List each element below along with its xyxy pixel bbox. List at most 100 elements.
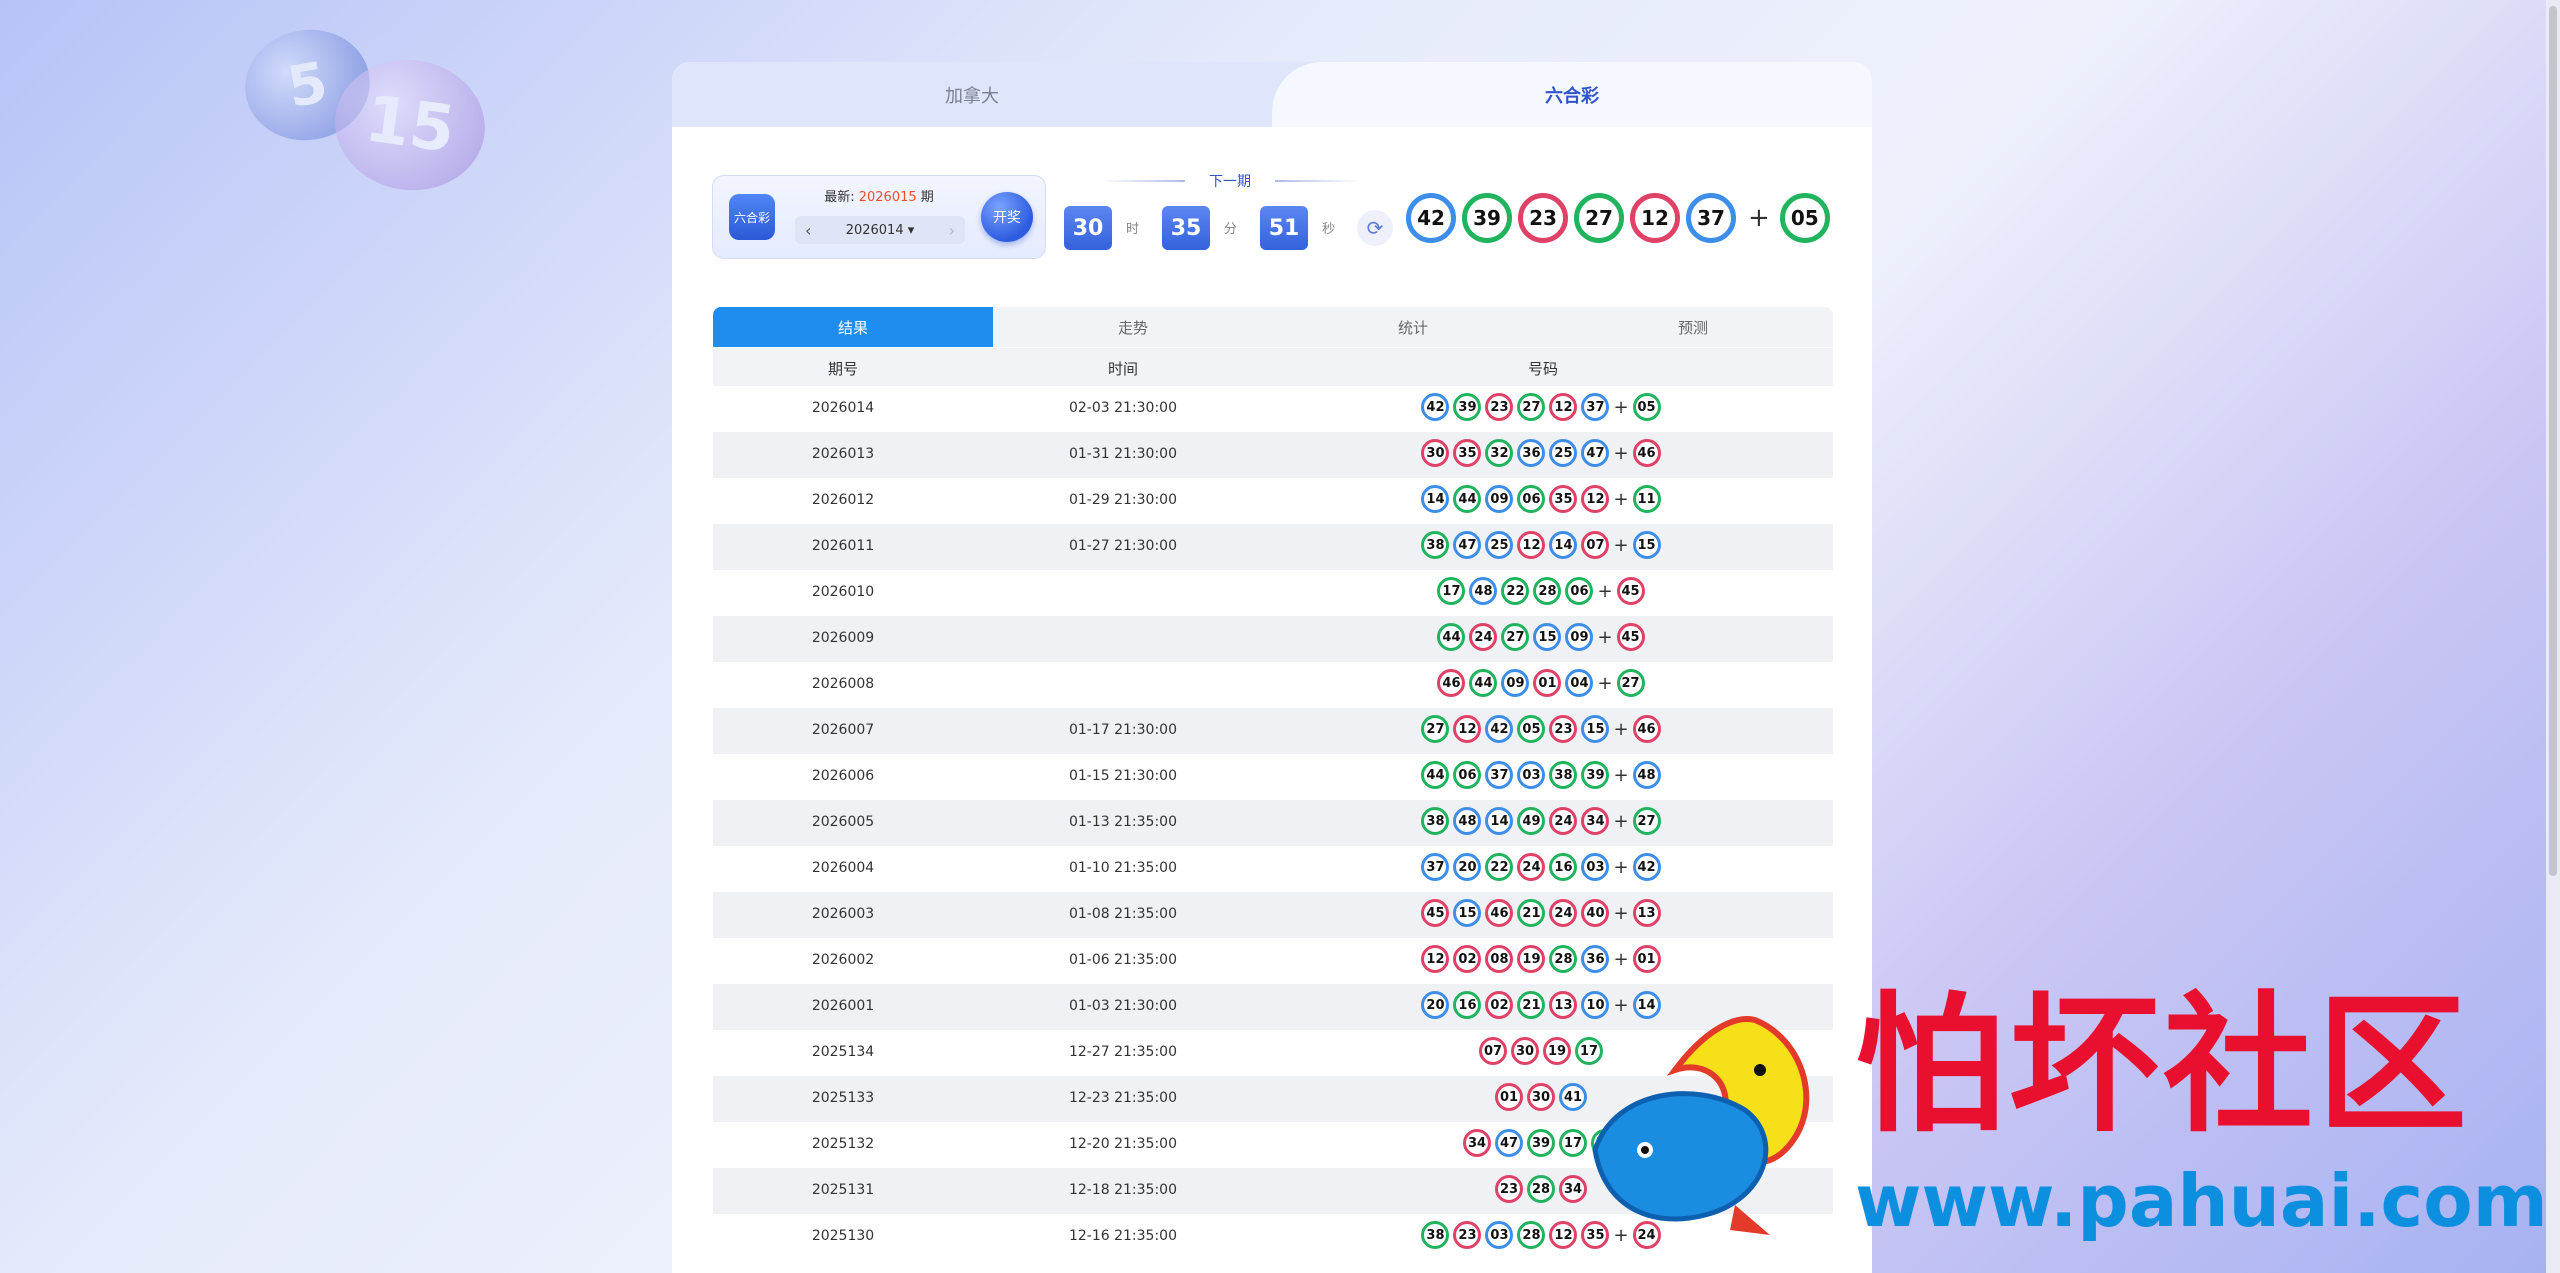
row-numbers: 30 35 32 36 25 47 +46 — [1273, 439, 1813, 467]
number-ball: 37 — [1581, 393, 1610, 421]
countdown-hours: 30 — [1064, 206, 1112, 250]
row-numbers: 42 39 23 27 12 37 +05 — [1273, 393, 1813, 421]
number-ball: 35 — [1453, 439, 1482, 467]
row-period: 2025133 — [811, 1090, 875, 1106]
row-numbers: 38 48 14 49 24 34 +27 — [1273, 807, 1813, 835]
plus-sign: + — [1613, 718, 1629, 740]
next-period-icon[interactable]: › — [949, 221, 955, 240]
number-ball: 36 — [1581, 945, 1610, 973]
plus-sign: + — [1597, 580, 1613, 602]
table-row: 2026006 01-15 21:30:00 44 06 37 03 38 39 +48 — [713, 754, 1833, 800]
row-period: 2026014 — [811, 400, 875, 416]
current-draw-numbers: 42 39 23 27 12 37 +05 — [1406, 188, 1836, 248]
tab-trend[interactable]: 走势 — [993, 307, 1273, 347]
special-number-ball: 01 — [1632, 945, 1661, 973]
countdown-minutes: 35 — [1162, 206, 1210, 250]
number-ball: 16 — [1549, 853, 1578, 881]
number-ball: 42 — [1421, 393, 1450, 421]
number-ball: 06 — [1565, 577, 1594, 605]
row-period: 2026008 — [811, 676, 875, 692]
plus-sign: + — [1613, 948, 1629, 970]
row-time: 01-27 21:30:00 — [1068, 538, 1177, 554]
number-ball: 23 — [1453, 1221, 1482, 1249]
table-row: 2026005 01-13 21:35:00 38 48 14 49 24 34 +27 — [713, 800, 1833, 846]
number-ball: 12 — [1549, 393, 1578, 421]
countdown-hours-unit: 时 — [1126, 222, 1140, 237]
number-ball: 12 — [1517, 531, 1546, 559]
tab-canada[interactable]: 加拿大 — [672, 62, 1272, 127]
draw-info-panel: 六合彩 最新: 2026015 期 ‹ 2026014 ▾ › 开奖 — [712, 175, 1046, 259]
row-period: 2026004 — [811, 860, 875, 876]
number-ball: 28 — [1517, 1221, 1546, 1249]
row-time: 12-16 21:35:00 — [1068, 1228, 1177, 1244]
number-ball: 07 — [1581, 531, 1610, 559]
number-ball: 34 — [1463, 1129, 1491, 1157]
number-ball: 30 — [1527, 1083, 1555, 1111]
number-ball: 04 — [1565, 669, 1594, 697]
number-ball: 25 — [1485, 531, 1514, 559]
table-row: 2026014 02-03 21:30:00 42 39 23 27 12 37 +05 — [713, 386, 1833, 432]
row-time: 01-17 21:30:00 — [1068, 722, 1177, 738]
number-ball: 06 — [1517, 485, 1546, 513]
plus-sign: + — [1613, 488, 1629, 510]
number-ball: 23 — [1518, 193, 1568, 243]
table-row: 2026008 46 44 09 01 04 +27 — [713, 662, 1833, 708]
number-ball: 44 — [1469, 669, 1498, 697]
row-period: 2025134 — [811, 1044, 875, 1060]
number-ball: 12 — [1421, 945, 1450, 973]
row-time: 01-13 21:35:00 — [1068, 814, 1177, 830]
number-ball: 38 — [1549, 761, 1578, 789]
decorative-ball-number: 15 — [360, 82, 460, 168]
plus-sign: + — [1613, 534, 1629, 556]
scrollbar-thumb[interactable] — [2549, 6, 2557, 876]
latest-label: 最新: — [824, 190, 855, 205]
prev-period-icon[interactable]: ‹ — [805, 221, 811, 240]
period-selector[interactable]: ‹ 2026014 ▾ › — [795, 216, 965, 244]
number-ball: 47 — [1581, 439, 1610, 467]
number-ball: 35 — [1549, 485, 1578, 513]
open-draw-button[interactable]: 开奖 — [981, 192, 1033, 242]
number-ball: 08 — [1485, 945, 1514, 973]
number-ball: 28 — [1549, 945, 1578, 973]
number-ball: 48 — [1469, 577, 1498, 605]
row-period: 2026010 — [811, 584, 875, 600]
special-number-ball: 48 — [1632, 761, 1661, 789]
number-ball: 47 — [1495, 1129, 1523, 1157]
row-numbers: 17 48 22 28 06 +45 — [1273, 577, 1813, 605]
tab-mark-six[interactable]: 六合彩 — [1272, 62, 1872, 127]
number-ball: 27 — [1574, 193, 1624, 243]
number-ball: 23 — [1549, 715, 1578, 743]
next-draw-label-text: 下一期 — [1209, 174, 1251, 190]
results-table-header: 期号 时间 号码 — [713, 348, 1833, 386]
table-row: 2026009 44 24 27 15 09 +45 — [713, 616, 1833, 662]
number-ball: 30 — [1421, 439, 1450, 467]
special-number-ball: 42 — [1632, 853, 1661, 881]
number-ball: 24 — [1549, 899, 1578, 927]
refresh-icon[interactable]: ⟳ — [1357, 210, 1393, 246]
number-ball: 19 — [1517, 945, 1546, 973]
number-ball: 24 — [1469, 623, 1498, 651]
tab-prediction[interactable]: 预测 — [1553, 307, 1833, 347]
number-ball: 12 — [1630, 193, 1680, 243]
tab-results[interactable]: 结果 — [713, 307, 993, 347]
number-ball: 39 — [1453, 393, 1482, 421]
row-period: 2026013 — [811, 446, 875, 462]
selected-period[interactable]: 2026014 ▾ — [846, 223, 915, 238]
special-number-ball: 27 — [1632, 807, 1661, 835]
number-ball: 37 — [1485, 761, 1514, 789]
number-ball: 27 — [1517, 393, 1546, 421]
row-time: 12-27 21:35:00 — [1068, 1044, 1177, 1060]
header-period: 期号 — [827, 360, 858, 378]
table-row: 2026002 01-06 21:35:00 12 02 08 19 28 36 +01 — [713, 938, 1833, 984]
number-ball: 25 — [1549, 439, 1578, 467]
page-scrollbar[interactable] — [2546, 0, 2560, 1273]
plus-sign: + — [1613, 856, 1629, 878]
watermark-url: www.pahuai.com — [1855, 1159, 2548, 1243]
number-ball: 27 — [1421, 715, 1450, 743]
number-ball: 02 — [1453, 945, 1482, 973]
number-ball: 42 — [1406, 193, 1456, 243]
watermark: 怕坏社区 www.pahuai.com — [1555, 980, 2548, 1260]
number-ball: 28 — [1533, 577, 1562, 605]
tab-statistics[interactable]: 统计 — [1273, 307, 1553, 347]
table-row: 2026010 17 48 22 28 06 +45 — [713, 570, 1833, 616]
